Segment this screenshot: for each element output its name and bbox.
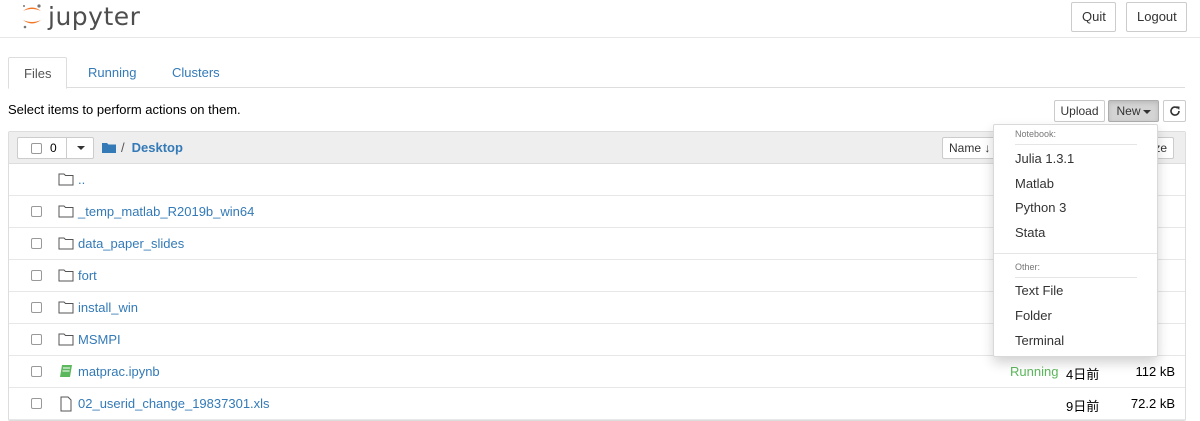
list-item[interactable]: 02_userid_change_19837301.xls 9日前 72.2 k… xyxy=(9,388,1185,420)
jupyter-logo-icon xyxy=(20,2,44,30)
tab-files[interactable]: Files xyxy=(8,57,68,89)
file-name[interactable]: install_win xyxy=(78,300,138,315)
main-tabs: Files Running Clusters xyxy=(8,57,1185,89)
logo-text: jupyter xyxy=(48,1,141,31)
file-name[interactable]: .. xyxy=(78,172,85,187)
breadcrumb: / Desktop xyxy=(102,140,183,155)
jupyter-logo[interactable]: jupyter xyxy=(20,1,140,31)
row-checkbox[interactable] xyxy=(31,302,42,313)
row-checkbox[interactable] xyxy=(31,238,42,249)
row-checkbox[interactable] xyxy=(31,334,42,345)
running-status: Running xyxy=(1010,364,1059,379)
refresh-button[interactable] xyxy=(1163,100,1186,122)
tab-clusters[interactable]: Clusters xyxy=(157,57,235,88)
upload-button[interactable]: Upload xyxy=(1054,100,1105,122)
modified-date: 9日前 xyxy=(1066,399,1100,414)
notebook-section-header: Notebook: xyxy=(1015,129,1057,139)
breadcrumb-desktop[interactable]: Desktop xyxy=(132,140,183,155)
breadcrumb-separator: / xyxy=(121,140,125,155)
section-rule xyxy=(1015,277,1137,278)
instructions-text: Select items to perform actions on them. xyxy=(8,102,241,117)
menu-item-text-file[interactable]: Text File xyxy=(1015,283,1063,298)
row-checkbox[interactable] xyxy=(31,366,42,377)
section-rule xyxy=(1015,144,1137,145)
menu-item-terminal[interactable]: Terminal xyxy=(1015,333,1064,348)
modified-date: 4日前 xyxy=(1066,367,1100,382)
other-section-header: Other: xyxy=(1015,262,1041,272)
caret-down-icon xyxy=(77,146,85,150)
file-icon xyxy=(58,396,74,412)
header-bar: jupyter Quit Logout xyxy=(0,0,1200,38)
file-name[interactable]: matprac.ipynb xyxy=(78,364,160,379)
menu-item-julia[interactable]: Julia 1.3.1 xyxy=(1015,151,1074,166)
select-all-group: 0 xyxy=(17,137,94,159)
select-dropdown-button[interactable] xyxy=(67,137,94,159)
file-size: 72.2 kB xyxy=(1130,396,1175,411)
file-name[interactable]: MSMPI xyxy=(78,332,121,347)
folder-icon xyxy=(58,204,74,218)
logout-button[interactable]: Logout xyxy=(1126,2,1187,32)
menu-item-folder[interactable]: Folder xyxy=(1015,308,1052,323)
sort-name-label: Name xyxy=(949,141,982,155)
refresh-icon xyxy=(1169,106,1180,116)
new-button-label: New xyxy=(1116,104,1141,118)
file-size: 112 kB xyxy=(1135,364,1175,379)
folder-icon xyxy=(58,332,74,346)
arrow-down-icon: ↓ xyxy=(984,141,991,155)
folder-icon xyxy=(58,300,74,314)
new-button[interactable]: New xyxy=(1108,100,1159,122)
folder-icon[interactable] xyxy=(102,142,116,154)
folder-icon xyxy=(58,268,74,282)
new-dropdown-menu: Notebook: Julia 1.3.1 Matlab Python 3 St… xyxy=(993,124,1158,357)
row-checkbox[interactable] xyxy=(31,206,42,217)
file-name[interactable]: data_paper_slides xyxy=(78,236,184,251)
tab-running[interactable]: Running xyxy=(73,57,151,88)
folder-icon xyxy=(58,236,74,250)
menu-item-matlab[interactable]: Matlab xyxy=(1015,176,1054,191)
menu-item-stata[interactable]: Stata xyxy=(1015,225,1045,240)
file-name[interactable]: fort xyxy=(78,268,97,283)
list-item[interactable]: matprac.ipynb Running 4日前 112 kB xyxy=(9,356,1185,388)
caret-down-icon xyxy=(1142,109,1151,114)
menu-divider xyxy=(994,253,1157,254)
quit-button[interactable]: Quit xyxy=(1071,2,1116,32)
menu-item-python3[interactable]: Python 3 xyxy=(1015,200,1066,215)
notebook-icon xyxy=(58,364,74,378)
file-name[interactable]: _temp_matlab_R2019b_win64 xyxy=(78,204,254,219)
file-name[interactable]: 02_userid_change_19837301.xls xyxy=(78,396,270,411)
folder-icon xyxy=(58,172,74,186)
row-checkbox[interactable] xyxy=(31,270,42,281)
select-all-checkbox[interactable]: 0 xyxy=(17,137,67,159)
checkbox-icon xyxy=(31,142,42,154)
row-checkbox[interactable] xyxy=(31,398,42,409)
selected-count: 0 xyxy=(50,141,57,155)
